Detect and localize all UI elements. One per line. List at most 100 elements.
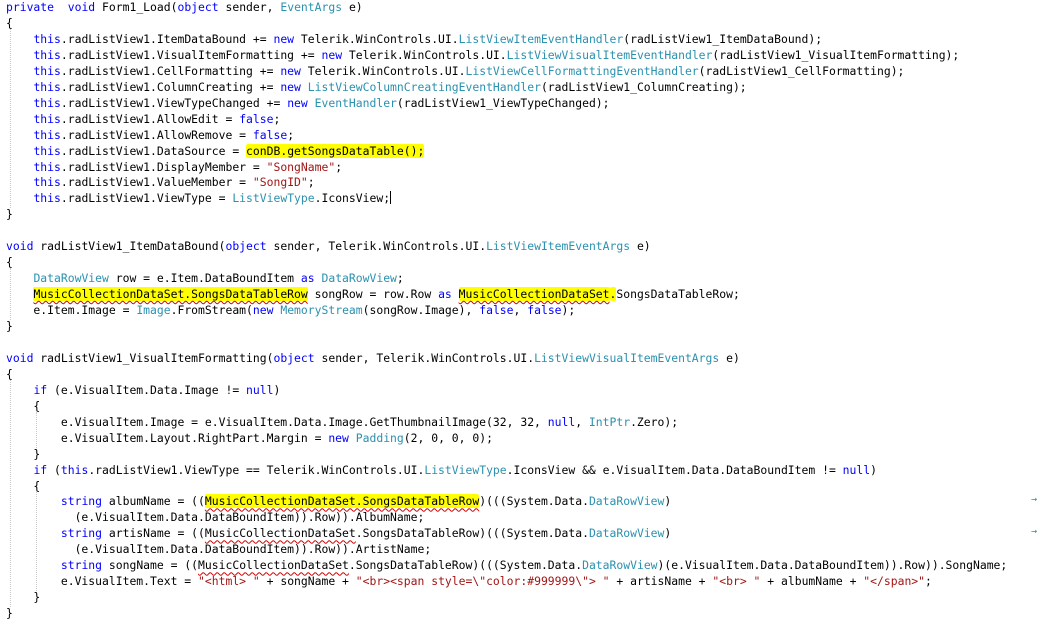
code-token: ( (47, 462, 61, 477)
keyword-token: string (60, 494, 103, 509)
code-line: MusicCollectionDataSet.SongsDataTableRow… (6, 286, 740, 302)
keyword-token: new (252, 303, 274, 318)
keyword-token: this (33, 111, 61, 126)
keyword-token: this (33, 127, 61, 142)
code-token: } (6, 319, 13, 333)
keyword-token: new (287, 95, 308, 110)
code-line: this.radListView1.CellFormatting += new … (6, 63, 904, 79)
keyword-token: this (33, 143, 61, 158)
code-line: } (6, 589, 40, 605)
type-token: ListViewCellFormattingEventHandler (465, 63, 699, 78)
keyword-token: if (33, 462, 48, 477)
type-token: DataRowView (582, 558, 658, 573)
code-token: ; (396, 271, 404, 286)
code-token: + artisName + (609, 574, 713, 589)
code-token: { (6, 478, 41, 493)
code-token: e.VisualItem.Layout.RightPart.Margin = (6, 430, 329, 445)
code-token: System.Data. (506, 526, 589, 541)
code-token: , (513, 303, 528, 318)
code-token: .radListView1.ViewType == Telerik.WinCon… (88, 462, 425, 477)
keyword-token: false (527, 303, 562, 318)
code-line: private void Form1_Load(object sender, E… (6, 0, 363, 15)
code-line: if (e.VisualItem.Data.Image != null) (6, 382, 280, 398)
code-token: row = e.Item.DataBoundItem (108, 271, 301, 286)
code-token: (e.VisualItem.Data.Image != (47, 382, 247, 397)
text-caret (390, 191, 392, 205)
code-token: songName = (( (102, 558, 199, 573)
code-token: radListView1_ItemDataBound( (33, 239, 226, 254)
type-token: Image (136, 303, 171, 318)
code-token: SongsDataTableRow; (616, 287, 740, 302)
error-token: MusicCollectionDataSet (198, 558, 349, 573)
keyword-token: false (239, 111, 274, 126)
code-token: { (6, 15, 13, 30)
keyword-token: void (6, 350, 34, 365)
keyword-token: this (33, 175, 61, 190)
code-token: artisName = (( (102, 526, 205, 541)
code-line: e.VisualItem.Layout.RightPart.Margin = n… (6, 430, 493, 446)
keyword-token: this (33, 47, 61, 62)
code-token: .IconsView && e.VisualItem.Data.DataBoun… (506, 462, 843, 477)
code-token: e) (342, 0, 363, 14)
type-token: Padding (355, 430, 404, 445)
string-token: "SongID" (252, 175, 308, 190)
code-token: .radListView1.ColumnCreating += (60, 79, 281, 94)
code-token: } (6, 590, 41, 605)
code-token: ; (335, 159, 343, 174)
code-token: .radListView1.ViewTypeChanged += (60, 95, 288, 110)
code-token: , (575, 414, 589, 429)
keyword-token: new (321, 47, 343, 62)
code-token: Form1_Load( (95, 0, 178, 14)
string-token: "</span>" (863, 574, 926, 589)
code-token: .radListView1.AllowRemove = (60, 127, 253, 142)
code-token: ; (307, 175, 315, 190)
code-line: (e.VisualItem.Data.DataBoundItem)).Row))… (6, 541, 432, 557)
code-token: .Zero); (630, 414, 679, 429)
code-token: ) (273, 382, 281, 397)
code-line: this.radListView1.ViewType = ListViewTyp… (6, 190, 392, 206)
code-line: void radListView1_VisualItemFormatting(o… (6, 350, 740, 366)
code-line: this.radListView1.AllowEdit = false; (6, 111, 280, 127)
code-token: (e.VisualItem.Data.DataBoundItem)).Row))… (6, 542, 432, 557)
code-editor[interactable]: private void Form1_Load(object sender, E… (0, 0, 1037, 623)
code-token: sender, (218, 0, 281, 14)
code-line: { (6, 366, 13, 382)
error-token: MusicCollectionDataSet (204, 526, 356, 541)
code-token: ; (273, 111, 281, 126)
code-line: this.radListView1.VisualItemFormatting +… (6, 47, 959, 63)
code-token: e) (719, 350, 740, 365)
code-token: .SongsDataTableRow)((( (348, 558, 500, 573)
type-token: ListViewType (232, 191, 315, 206)
code-token: } (6, 207, 13, 222)
code-token: System.Data. (499, 558, 583, 573)
keyword-token: if (33, 382, 48, 397)
code-token: .radListView1.ItemDataBound += (60, 31, 274, 46)
code-token: (radListView1_ViewTypeChanged); (396, 95, 610, 110)
code-token: )(e.VisualItem.Data.DataBoundItem)).Row)… (657, 558, 1008, 573)
code-token: .radListView1.DataSource = (60, 143, 247, 158)
code-line: this.radListView1.ValueMember = "SongID"… (6, 174, 315, 190)
keyword-token: string (60, 558, 103, 573)
code-token: e.Item.Image = (6, 303, 137, 318)
string-token: "<br><span style=\"color:#999999\"> " (355, 574, 610, 589)
code-line: e.VisualItem.Text = "<html> " + songName… (6, 573, 932, 589)
keyword-token: void (67, 0, 96, 14)
code-line: void radListView1_ItemDataBound(object s… (6, 238, 651, 254)
code-line: if (this.radListView1.ViewType == Teleri… (6, 462, 877, 478)
code-token: ) (664, 494, 672, 509)
code-line: e.VisualItem.Image = e.VisualItem.Data.I… (6, 414, 678, 430)
string-token: "SongName" (266, 159, 336, 174)
